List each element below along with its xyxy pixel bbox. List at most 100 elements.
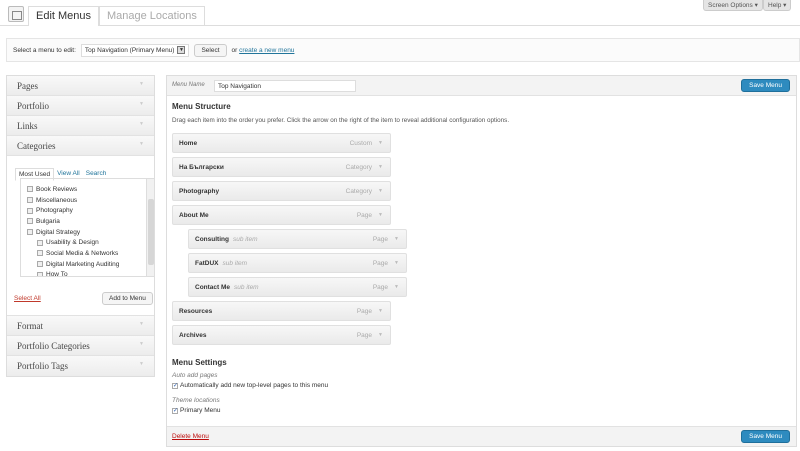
category-item[interactable]: Digital Strategy xyxy=(21,227,154,238)
sub-item-label: sub item xyxy=(222,260,248,267)
category-item[interactable]: Social Media & Networks xyxy=(21,248,154,259)
accordion-categories[interactable]: Categories xyxy=(7,136,154,156)
chevron-down-icon[interactable]: ▼ xyxy=(394,284,399,290)
menu-item-type: Category xyxy=(345,164,372,171)
theme-locations-label: Theme locations xyxy=(172,397,220,404)
save-menu-button-bottom[interactable]: Save Menu xyxy=(741,430,790,443)
categories-panel: Most Used View All Search Book Reviews Mi… xyxy=(7,156,155,316)
accordion-links[interactable]: Links xyxy=(7,116,154,136)
checkbox[interactable] xyxy=(27,218,33,225)
select-button[interactable]: Select xyxy=(194,43,227,57)
category-label: Digital Strategy xyxy=(36,228,81,236)
menu-item-type: Category xyxy=(345,188,372,195)
checkbox[interactable] xyxy=(37,271,43,276)
menu-select[interactable]: Top Navigation (Primary Menu) ▼ xyxy=(80,43,190,57)
menu-editor: Menu Name Top Navigation Save Menu Menu … xyxy=(166,75,797,447)
menu-item-title: Photography xyxy=(179,188,220,195)
menu-item[interactable]: FatDUX sub item Page ▼ xyxy=(188,253,407,273)
menu-item-type: Page xyxy=(372,284,388,291)
select-all-link[interactable]: Select All xyxy=(14,295,41,302)
menu-name-input[interactable]: Top Navigation xyxy=(214,80,356,92)
menu-item[interactable]: Photography Category ▼ xyxy=(172,181,391,201)
create-menu-link[interactable]: create a new menu xyxy=(239,47,294,54)
category-label: Digital Marketing Auditing xyxy=(46,260,120,268)
sub-item-label: sub item xyxy=(234,284,259,291)
accordion-portfolio-categories[interactable]: Portfolio Categories xyxy=(7,336,154,356)
menu-item-title: FatDUX xyxy=(195,260,219,267)
menu-item-type: Page xyxy=(372,236,388,243)
checkbox[interactable] xyxy=(27,207,33,214)
category-label: Photography xyxy=(36,207,73,215)
category-label: Miscellaneous xyxy=(36,196,78,204)
tab-manage-locations[interactable]: Manage Locations xyxy=(99,6,205,26)
select-label: Select a menu to edit: xyxy=(13,46,76,54)
screen-options-button[interactable]: Screen Options ▾ xyxy=(703,0,763,11)
category-label: Usability & Design xyxy=(46,239,99,247)
chevron-down-icon[interactable]: ▼ xyxy=(378,308,383,314)
primary-menu-text: Primary Menu xyxy=(180,407,221,414)
checkbox[interactable] xyxy=(37,250,43,257)
menu-item[interactable]: Resources Page ▼ xyxy=(172,301,391,321)
checkbox[interactable] xyxy=(27,197,33,204)
help-button[interactable]: Help ▾ xyxy=(763,0,792,11)
menu-item[interactable]: Archives Page ▼ xyxy=(172,325,391,345)
category-label: Book Reviews xyxy=(36,185,78,193)
category-list: Book Reviews Miscellaneous Photography Bulg… xyxy=(20,178,155,277)
accordion-portfolio[interactable]: Portfolio xyxy=(7,96,154,116)
category-item[interactable]: How To xyxy=(21,270,154,277)
menu-item[interactable]: About Me Page ▼ xyxy=(172,205,391,225)
accordion-format[interactable]: Format xyxy=(7,316,154,336)
menu-item-title: Archives xyxy=(179,332,207,339)
category-item[interactable]: Miscellaneous xyxy=(21,195,154,206)
menu-settings-title: Menu Settings xyxy=(172,358,227,367)
menu-item[interactable]: Consulting sub item Page ▼ xyxy=(188,229,407,249)
checkbox[interactable] xyxy=(37,261,43,268)
chevron-down-icon[interactable]: ▼ xyxy=(378,212,383,218)
chevron-down-icon[interactable]: ▼ xyxy=(378,332,383,338)
menu-structure-title: Menu Structure xyxy=(172,102,231,111)
auto-add-label: Auto add pages xyxy=(172,372,218,379)
menu-item-type: Page xyxy=(356,212,372,219)
checkbox[interactable] xyxy=(27,186,33,193)
chevron-down-icon[interactable]: ▼ xyxy=(394,236,399,242)
menu-item-title: Consulting xyxy=(195,236,229,243)
auto-add-checkbox[interactable]: Automatically add new top-level pages to… xyxy=(172,382,328,389)
menu-item-title: About Me xyxy=(179,212,209,219)
menu-item-type: Page xyxy=(372,260,388,267)
primary-menu-checkbox[interactable]: Primary Menu xyxy=(172,407,220,414)
category-item[interactable]: Digital Marketing Auditing xyxy=(21,259,154,270)
menu-item[interactable]: Home Custom ▼ xyxy=(172,133,391,153)
chevron-down-icon[interactable]: ▼ xyxy=(394,260,399,266)
menu-item-type: Page xyxy=(356,332,372,339)
checkbox[interactable] xyxy=(37,239,43,246)
chevron-down-icon[interactable]: ▼ xyxy=(378,164,383,170)
category-item[interactable]: Photography xyxy=(21,205,154,216)
category-item[interactable]: Usability & Design xyxy=(21,237,154,248)
save-menu-button[interactable]: Save Menu xyxy=(741,79,790,92)
auto-add-text: Automatically add new top-level pages to… xyxy=(180,382,329,389)
scrollbar[interactable] xyxy=(146,179,154,276)
category-item[interactable]: Book Reviews xyxy=(21,184,154,195)
chevron-down-icon: ▼ xyxy=(177,46,186,54)
menu-item-title: На Български xyxy=(179,164,224,171)
menu-item[interactable]: На Български Category ▼ xyxy=(172,157,391,177)
checkbox[interactable] xyxy=(27,229,33,236)
menu-item[interactable]: Contact Me sub item Page ▼ xyxy=(188,277,407,297)
menu-item-title: Home xyxy=(179,140,198,147)
category-item[interactable]: Bulgaria xyxy=(21,216,154,227)
menu-item-title: Contact Me xyxy=(195,284,231,291)
category-label: Bulgaria xyxy=(36,217,60,225)
accordion-pages[interactable]: Pages xyxy=(7,76,154,96)
sidebar: Pages Portfolio Links Categories Most Us… xyxy=(6,75,155,377)
category-label: How To xyxy=(46,271,68,277)
add-to-menu-button[interactable]: Add to Menu xyxy=(102,292,153,305)
accordion-portfolio-tags[interactable]: Portfolio Tags xyxy=(7,356,154,376)
menu-structure-help: Drag each item into the order you prefer… xyxy=(172,117,510,124)
menu-select-value: Top Navigation (Primary Menu) xyxy=(84,46,175,54)
tab-edit-menus[interactable]: Edit Menus xyxy=(28,6,100,26)
or-text: or xyxy=(231,46,238,54)
menu-item-type: Custom xyxy=(349,140,372,147)
chevron-down-icon[interactable]: ▼ xyxy=(378,140,383,146)
chevron-down-icon[interactable]: ▼ xyxy=(378,188,383,194)
delete-menu-link[interactable]: Delete Menu xyxy=(172,433,209,440)
